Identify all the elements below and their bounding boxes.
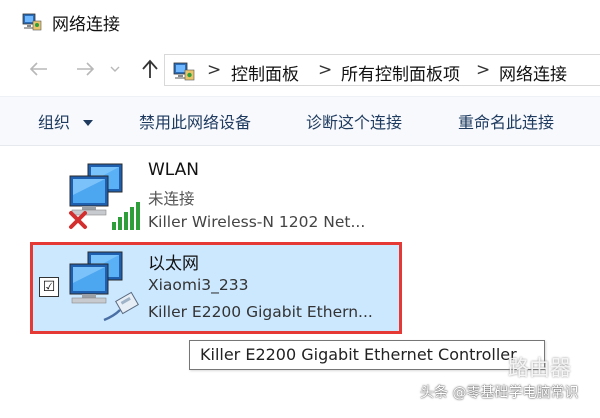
- back-arrow-icon[interactable]: [26, 56, 52, 82]
- connection-item-ethernet[interactable]: ☑ 以太网 Xiaomi3_233 Killer E2200 Gigabit E…: [30, 242, 402, 334]
- organize-menu[interactable]: 组织: [38, 109, 94, 133]
- breadcrumb-separator[interactable]: >: [318, 60, 332, 80]
- connection-name: 以太网: [148, 254, 199, 274]
- disconnected-x-icon: [69, 211, 87, 229]
- network-connections-icon: [22, 13, 42, 31]
- diagnose-connection-button[interactable]: 诊断这个连接: [306, 109, 402, 133]
- caret-down-icon: [83, 120, 94, 126]
- ethernet-network-icon: [69, 251, 139, 322]
- connection-item-wlan[interactable]: WLAN 未连接 Killer Wireless-N 1202 Net...: [30, 152, 402, 244]
- breadcrumb-separator[interactable]: >: [476, 60, 490, 80]
- forward-arrow-icon[interactable]: [72, 56, 98, 82]
- navigation-bar: > 控制面板 > 所有控制面板项 > 网络连接: [0, 48, 600, 92]
- connection-status: 未连接: [148, 190, 195, 208]
- organize-label: 组织: [38, 113, 71, 132]
- connection-device: Killer E2200 Gigabit Ethern...: [148, 303, 373, 321]
- command-toolbar: 组织 禁用此网络设备 诊断这个连接 重命名此连接: [0, 96, 600, 146]
- selection-checkbox[interactable]: ☑: [39, 277, 59, 297]
- chevron-down-icon[interactable]: [108, 56, 122, 82]
- watermark-text: 头条 @零基础学电脑常识: [420, 385, 579, 401]
- breadcrumb-all-items[interactable]: 所有控制面板项: [341, 60, 460, 85]
- connection-name: WLAN: [148, 160, 200, 180]
- disable-device-button[interactable]: 禁用此网络设备: [139, 109, 251, 133]
- connection-status: Xiaomi3_233: [148, 276, 249, 294]
- watermark-logo-text: 路由器: [508, 356, 571, 380]
- connection-device: Killer Wireless-N 1202 Net...: [148, 213, 366, 231]
- device-tooltip: Killer E2200 Gigabit Ethernet Controller: [189, 340, 545, 370]
- breadcrumb-separator[interactable]: >: [207, 60, 221, 80]
- control-panel-icon: [173, 62, 195, 81]
- breadcrumb-control-panel[interactable]: 控制面板: [231, 60, 299, 85]
- up-arrow-icon[interactable]: [137, 56, 163, 82]
- rename-connection-button[interactable]: 重命名此连接: [458, 109, 554, 133]
- address-bar[interactable]: > 控制面板 > 所有控制面板项 > 网络连接: [164, 54, 600, 86]
- window-title: 网络连接: [52, 15, 120, 35]
- breadcrumb-network-connections[interactable]: 网络连接: [499, 60, 567, 85]
- title-bar: 网络连接: [0, 0, 600, 44]
